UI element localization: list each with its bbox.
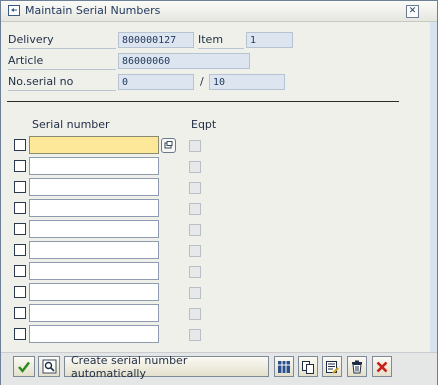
create-serial-number-automatically-button[interactable]: Create serial number automatically: [64, 354, 269, 380]
delivery-label: Delivery: [8, 32, 116, 49]
serial-number-input[interactable]: [29, 262, 159, 280]
noserial-separator: /: [200, 75, 204, 88]
eqpt-checkbox: [189, 287, 201, 299]
serial-numbers-dialog: Maintain Serial Numbers ✕ Delivery 80000…: [0, 0, 438, 385]
dialog-title: Maintain Serial Numbers: [25, 4, 161, 17]
serial-number-input[interactable]: [29, 283, 159, 301]
article-value: 86000060: [118, 53, 250, 69]
noserial-label: No.serial no: [8, 74, 116, 91]
copy-button[interactable]: [298, 356, 318, 377]
item-label: Item: [198, 32, 244, 49]
eqpt-header: Eqpt: [191, 118, 217, 131]
row-select-checkbox[interactable]: [14, 244, 26, 256]
serial-number-input[interactable]: [29, 178, 159, 196]
eqpt-checkbox: [189, 161, 201, 173]
confirm-button[interactable]: [13, 356, 35, 377]
scrollbar[interactable]: [430, 22, 437, 352]
serial-number-input[interactable]: [29, 325, 159, 343]
edit-list-button[interactable]: [322, 356, 342, 377]
eqpt-checkbox: [189, 245, 201, 257]
row-select-checkbox[interactable]: [14, 223, 26, 235]
close-icon[interactable]: ✕: [406, 5, 419, 18]
search-icon: [42, 359, 56, 374]
separator-line: [7, 101, 399, 102]
check-icon: [18, 361, 30, 373]
noserial-total: 10: [209, 74, 285, 90]
cancel-button[interactable]: [372, 356, 392, 377]
eqpt-checkbox: [189, 140, 201, 152]
eqpt-checkbox: [189, 329, 201, 341]
serial-number-input[interactable]: [29, 199, 159, 217]
value-help-icon[interactable]: [161, 138, 176, 153]
row-select-checkbox[interactable]: [14, 286, 26, 298]
serial-number-input[interactable]: [29, 220, 159, 238]
serial-number-input[interactable]: [29, 136, 159, 154]
find-button[interactable]: [38, 356, 60, 377]
serial-number-header: Serial number: [32, 118, 110, 131]
serial-number-input[interactable]: [29, 241, 159, 259]
eqpt-checkbox: [189, 308, 201, 320]
eqpt-checkbox: [189, 224, 201, 236]
eqpt-checkbox: [189, 266, 201, 278]
row-select-checkbox[interactable]: [14, 160, 26, 172]
title-bar: Maintain Serial Numbers ✕: [1, 1, 437, 22]
delete-icon: [352, 360, 362, 373]
cancel-icon: [376, 361, 388, 372]
serial-number-input[interactable]: [29, 157, 159, 175]
edit-list-icon: [326, 360, 339, 374]
window-icon: [8, 5, 20, 16]
row-select-checkbox[interactable]: [14, 181, 26, 193]
serial-number-input[interactable]: [29, 304, 159, 322]
delete-button[interactable]: [347, 356, 367, 377]
row-select-checkbox[interactable]: [14, 139, 26, 151]
row-select-checkbox[interactable]: [14, 202, 26, 214]
item-value: 1: [246, 32, 293, 48]
noserial-value: 0: [118, 74, 194, 90]
row-select-checkbox[interactable]: [14, 328, 26, 340]
copy-icon: [302, 360, 314, 374]
article-label: Article: [8, 53, 116, 70]
row-select-checkbox[interactable]: [14, 307, 26, 319]
eqpt-checkbox: [189, 182, 201, 194]
eqpt-checkbox: [189, 203, 201, 215]
grid-button[interactable]: [274, 356, 294, 377]
grid-icon: [278, 360, 290, 373]
row-select-checkbox[interactable]: [14, 265, 26, 277]
delivery-value: 800000127: [118, 32, 194, 48]
